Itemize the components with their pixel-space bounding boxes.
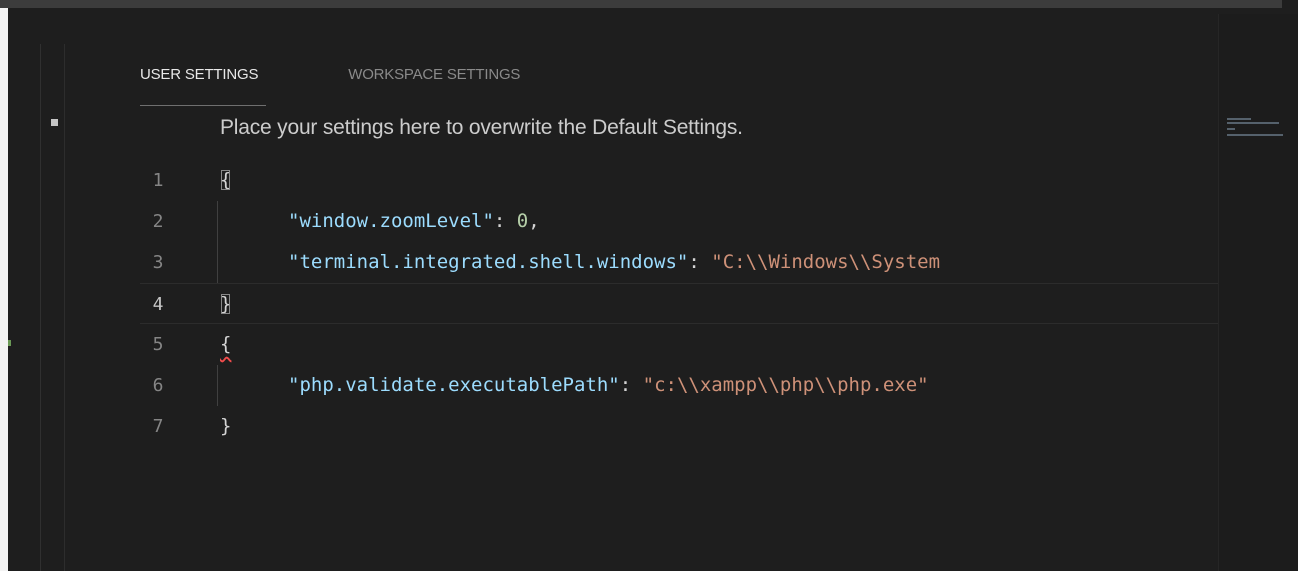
setting-key: "php.validate.executablePath" xyxy=(288,374,620,396)
window-edge xyxy=(0,8,8,571)
line-number: 4 xyxy=(152,294,164,315)
minimap[interactable] xyxy=(1218,14,1298,571)
code-line[interactable]: 5 { xyxy=(140,324,1218,365)
code-line[interactable]: 3 "terminal.integrated.shell.windows": "… xyxy=(140,242,1218,283)
code-line-current[interactable]: 4 } xyxy=(140,283,1218,324)
code-line[interactable]: 6 "php.validate.executablePath": "c:\\xa… xyxy=(140,365,1218,406)
matching-bracket: } xyxy=(220,293,232,315)
matching-bracket: { xyxy=(220,169,232,191)
line-number: 6 xyxy=(152,375,164,396)
settings-hint: Place your settings here to overwrite th… xyxy=(220,116,743,139)
minimap-line xyxy=(1227,128,1235,130)
unsaved-dot-icon xyxy=(51,119,58,126)
setting-value: 0 xyxy=(516,210,529,232)
line-number: 7 xyxy=(152,416,164,437)
setting-value: "c:\\xampp\\php\\php.exe" xyxy=(642,374,929,396)
setting-value: "C:\\Windows\\System xyxy=(711,251,941,273)
gutter-divider xyxy=(64,44,65,571)
error-bracket: { xyxy=(220,333,232,355)
code-editor[interactable]: 1 { 2 "window.zoomLevel": 0, 3 "terminal… xyxy=(140,160,1218,447)
setting-key: "terminal.integrated.shell.windows" xyxy=(288,251,689,273)
tab-workspace-settings[interactable]: WORKSPACE SETTINGS xyxy=(348,60,520,106)
sidebar-divider[interactable] xyxy=(40,44,41,571)
title-bar xyxy=(0,0,1298,8)
minimap-line xyxy=(1227,118,1251,120)
settings-tabs: USER SETTINGS WORKSPACE SETTINGS xyxy=(140,60,520,106)
line-number: 3 xyxy=(152,252,164,273)
title-bar-corner xyxy=(1282,0,1298,14)
line-number: 2 xyxy=(152,211,164,232)
code-line[interactable]: 7 } xyxy=(140,406,1218,447)
minimap-line xyxy=(1227,134,1283,136)
line-number: 5 xyxy=(152,334,164,355)
line-number: 1 xyxy=(152,170,164,191)
minimap-line xyxy=(1227,122,1279,124)
code-line[interactable]: 1 { xyxy=(140,160,1218,201)
tab-user-settings[interactable]: USER SETTINGS xyxy=(140,60,267,106)
change-indicator xyxy=(8,340,11,346)
setting-key: "window.zoomLevel" xyxy=(288,210,494,232)
code-line[interactable]: 2 "window.zoomLevel": 0, xyxy=(140,201,1218,242)
